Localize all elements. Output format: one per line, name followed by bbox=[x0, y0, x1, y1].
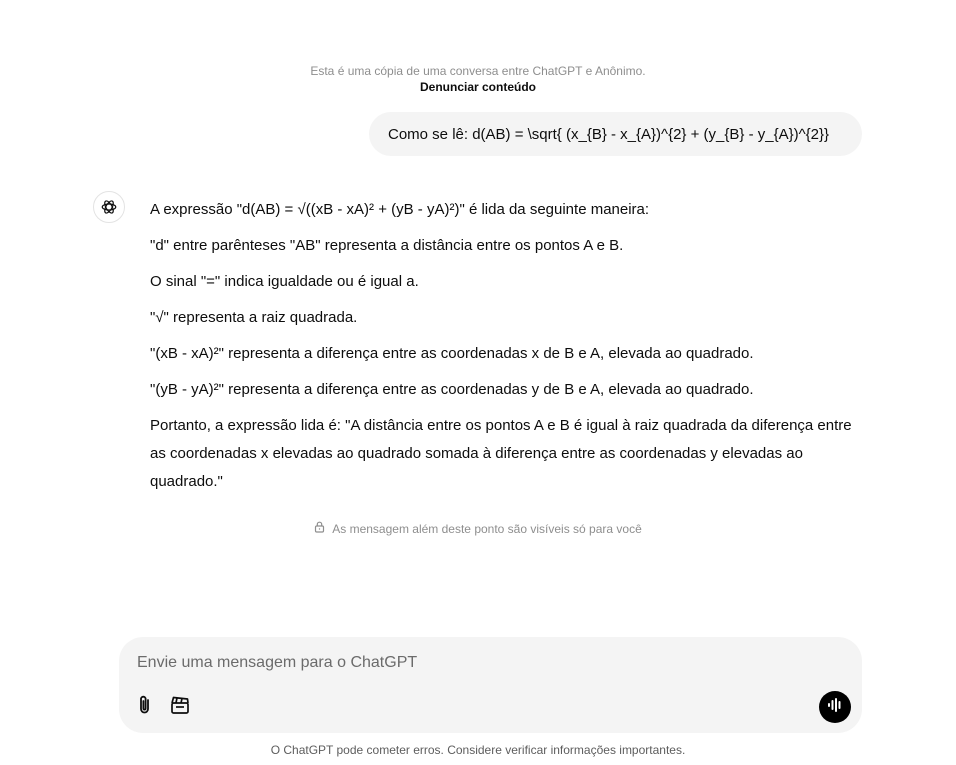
lock-icon bbox=[314, 521, 325, 537]
report-content-link[interactable]: Denunciar conteúdo bbox=[0, 79, 956, 95]
assistant-paragraph: "(xB - xA)²" representa a diferença entr… bbox=[150, 345, 754, 362]
assistant-paragraph: A expressão "d(AB) = √((xB - xA)² + (yB … bbox=[150, 201, 650, 218]
assistant-paragraph: O sinal "=" indica igualdade ou é igual … bbox=[150, 273, 419, 290]
attach-file-button[interactable] bbox=[133, 695, 157, 719]
assistant-paragraph: "d" entre parênteses "AB" representa a d… bbox=[150, 237, 624, 254]
shared-notice-text: Esta é uma cópia de uma conversa entre C… bbox=[310, 64, 646, 78]
message-input[interactable] bbox=[135, 649, 829, 677]
tools-button[interactable] bbox=[168, 695, 192, 719]
shared-conversation-notice: Esta é uma cópia de uma conversa entre C… bbox=[0, 63, 956, 95]
voice-waveform-icon bbox=[827, 697, 843, 718]
assistant-paragraph: "(yB - yA)²" representa a diferença entr… bbox=[150, 381, 754, 398]
user-message-bubble: Como se lê: d(AB) = \sqrt{ (x_{B} - x_{A… bbox=[369, 112, 862, 156]
assistant-message: A expressão "d(AB) = √((xB - xA)² + (yB … bbox=[150, 196, 860, 504]
voice-mode-button[interactable] bbox=[819, 691, 851, 723]
paperclip-icon bbox=[135, 694, 155, 721]
message-composer bbox=[119, 637, 862, 733]
user-message-text: Como se lê: d(AB) = \sqrt{ (x_{B} - x_{A… bbox=[388, 125, 829, 143]
assistant-paragraph: Portanto, a expressão lida é: "A distânc… bbox=[150, 417, 852, 490]
clapperboard-icon bbox=[169, 694, 191, 721]
footer-disclaimer: O ChatGPT pode cometer erros. Considere … bbox=[270, 743, 686, 757]
assistant-paragraph: "√" representa a raiz quadrada. bbox=[150, 309, 358, 326]
private-visibility-note: As mensagem além deste ponto são visívei… bbox=[0, 521, 956, 537]
visibility-note-text: As mensagem além deste ponto são visívei… bbox=[332, 522, 642, 536]
chatgpt-logo-icon bbox=[93, 191, 125, 223]
